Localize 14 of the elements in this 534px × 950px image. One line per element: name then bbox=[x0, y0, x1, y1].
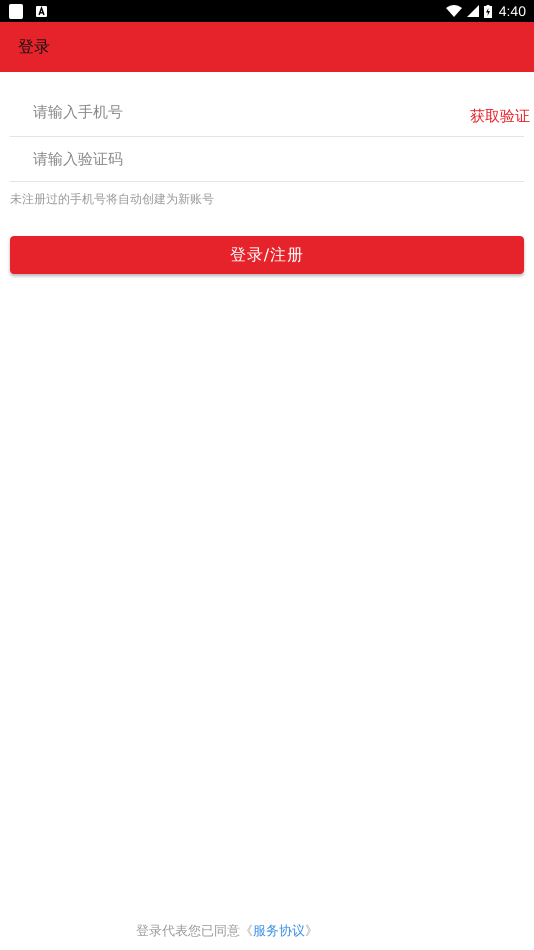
wifi-icon bbox=[446, 5, 462, 17]
keyboard-icon bbox=[36, 6, 47, 16]
notification-icon bbox=[9, 4, 23, 18]
get-code-button[interactable]: 获取验证 bbox=[470, 106, 530, 126]
login-register-button[interactable]: 登录/注册 bbox=[10, 236, 524, 274]
code-input-field[interactable]: 请输入验证码 bbox=[10, 139, 524, 179]
phone-input-field[interactable]: 请输入手机号 bbox=[10, 92, 470, 132]
page-title: 登录 bbox=[18, 36, 50, 58]
agreement-text: 登录代表您已同意《服务协议》 bbox=[136, 923, 318, 940]
hint-text: 未注册过的手机号将自动创建为新账号 bbox=[10, 191, 215, 208]
service-agreement-link[interactable]: 服务协议 bbox=[253, 924, 305, 939]
battery-icon bbox=[484, 4, 492, 18]
signal-icon bbox=[466, 5, 479, 17]
status-time: 4:40 bbox=[498, 3, 526, 19]
